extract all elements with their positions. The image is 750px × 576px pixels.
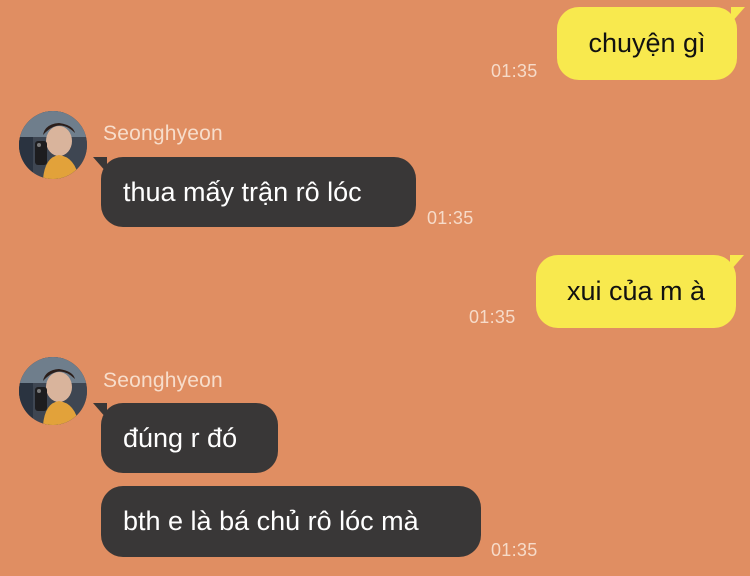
sender-avatar[interactable] xyxy=(19,357,87,425)
outgoing-message-bubble[interactable]: chuyện gì xyxy=(557,7,745,80)
sender-name: Seonghyeon xyxy=(103,369,223,392)
message-timestamp: 01:35 xyxy=(469,307,516,327)
message-text: thua mấy trận rô lóc xyxy=(123,176,362,207)
avatar-photo-icon xyxy=(19,357,87,425)
message-text: chuyện gì xyxy=(588,28,706,58)
chat-message-list[interactable]: chuyện gì 01:35 Seonghyeon thua mấy trận… xyxy=(0,0,750,576)
outgoing-message-bubble[interactable]: xui của m à xyxy=(536,255,744,328)
message-timestamp: 01:35 xyxy=(491,61,538,81)
message-timestamp: 01:35 xyxy=(427,208,474,228)
message-timestamp: 01:35 xyxy=(491,540,538,560)
sender-avatar[interactable] xyxy=(19,111,87,179)
sender-name: Seonghyeon xyxy=(103,122,223,145)
message-text: bth e là bá chủ rô lóc mà xyxy=(123,506,419,536)
incoming-message-bubble[interactable]: thua mấy trận rô lóc xyxy=(93,157,416,227)
avatar-photo-icon xyxy=(19,111,87,179)
incoming-message-bubble[interactable]: bth e là bá chủ rô lóc mà xyxy=(101,486,481,557)
incoming-message-bubble[interactable]: đúng r đó xyxy=(93,403,278,473)
message-text: xui của m à xyxy=(566,276,706,306)
message-text: đúng r đó xyxy=(123,422,238,453)
